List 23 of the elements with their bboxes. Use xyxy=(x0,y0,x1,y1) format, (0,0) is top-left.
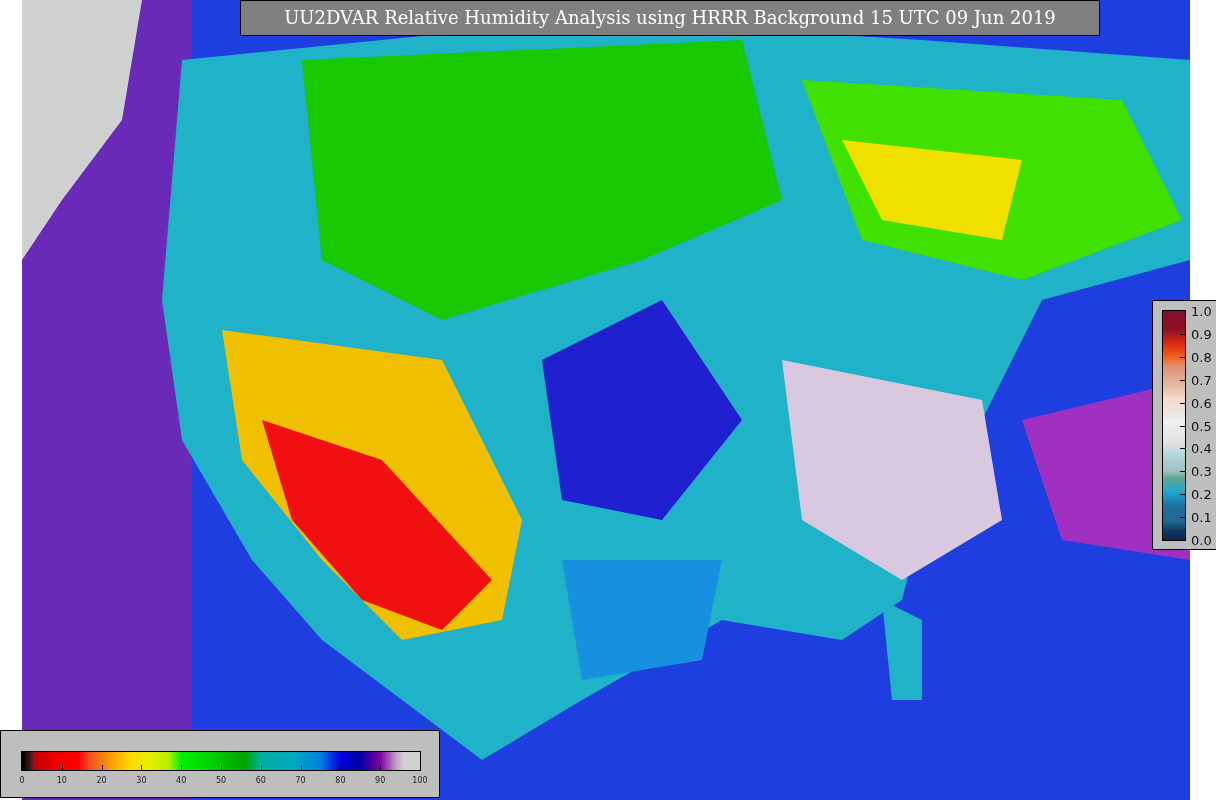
tick-label: 0 xyxy=(19,776,25,785)
tick-label: 0.5 xyxy=(1191,418,1212,433)
tick-label: 0.3 xyxy=(1191,463,1212,479)
tick-label: 10 xyxy=(56,776,67,785)
tick-label: 0.0 xyxy=(1191,532,1212,548)
tick-label: 60 xyxy=(255,776,266,785)
tick-label: 0.9 xyxy=(1191,326,1212,342)
tick-label: 40 xyxy=(176,776,187,785)
tick-label: 0.2 xyxy=(1191,486,1212,502)
tick-label: 1.0 xyxy=(1191,303,1212,319)
tick-label: 0.8 xyxy=(1191,349,1212,365)
tick-label: 0.4 xyxy=(1191,440,1212,456)
tick-label: 70 xyxy=(295,776,306,785)
tick-label: 0.6 xyxy=(1191,395,1212,411)
tick-label: 90 xyxy=(375,776,386,785)
tick-label: 50 xyxy=(215,776,227,785)
tick-label: 20 xyxy=(96,776,107,785)
tick-label: 0.7 xyxy=(1191,372,1212,388)
tick-label: 0.1 xyxy=(1191,509,1212,525)
tick-label: 80 xyxy=(335,776,346,785)
map-title: UU2DVAR Relative Humidity Analysis using HRRR Background 15 UTC 09 Jun 2019 xyxy=(240,0,1100,36)
tick-label: 30 xyxy=(136,776,147,785)
tick-label: 100 xyxy=(412,776,428,785)
